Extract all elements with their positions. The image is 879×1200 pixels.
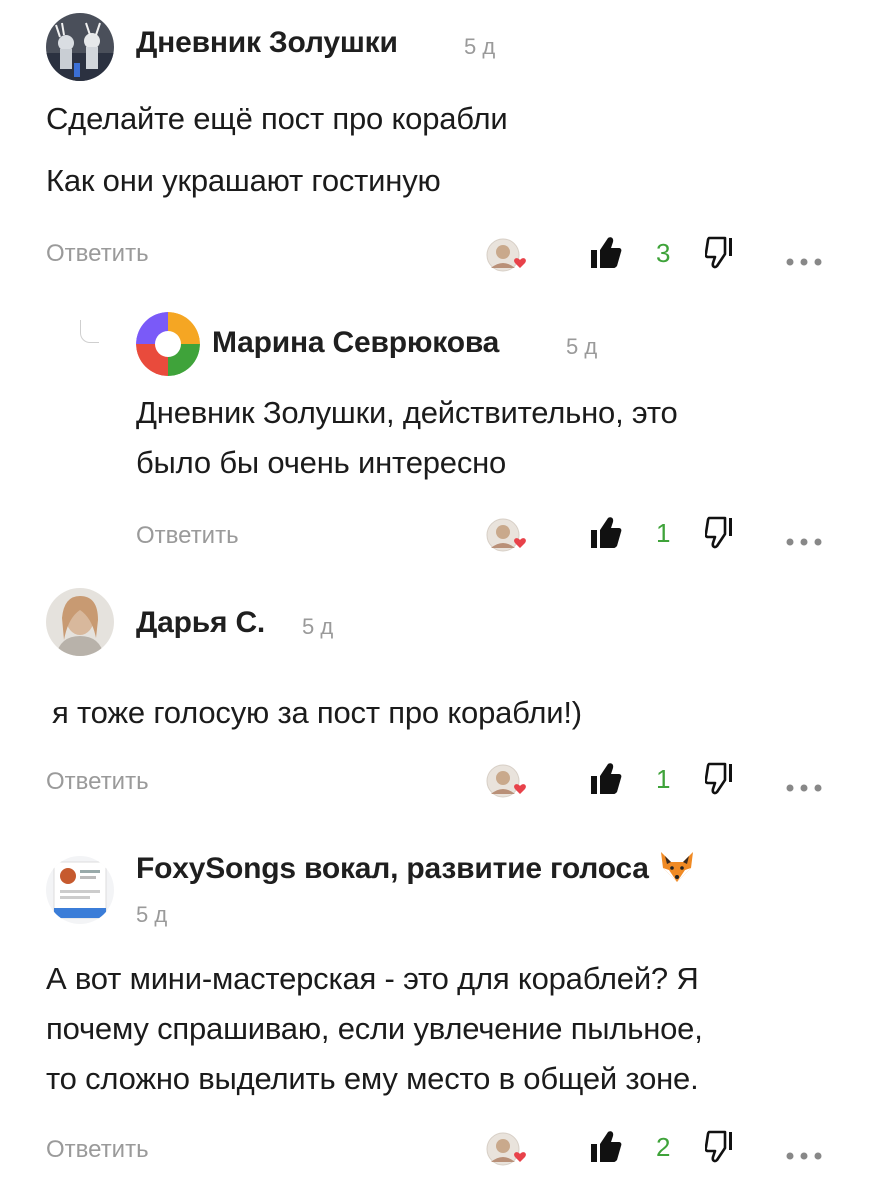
like-count: 2: [656, 1132, 671, 1162]
comment-text-line: Как они украшают гостиную: [46, 163, 441, 198]
more-dots-icon[interactable]: [786, 772, 822, 798]
thumbs-down-icon[interactable]: [704, 236, 737, 275]
author-heart-icon: [514, 538, 526, 548]
comment-text-line: Сделайте ещё пост про корабли: [46, 101, 508, 136]
author-heart-icon: [514, 1152, 526, 1162]
comment-time: 5 д: [464, 34, 496, 59]
thumbs-up-icon[interactable]: [590, 236, 622, 275]
like-count: 1: [656, 518, 671, 548]
thumbs-up-icon[interactable]: [590, 1130, 622, 1169]
thumbs-up-icon[interactable]: [590, 762, 622, 801]
like-count: 3: [656, 238, 671, 268]
comment: Дневник Золушки 5 д Сделайте ещё пост пр…: [0, 0, 879, 300]
comment-text-line: я тоже голосую за пост про корабли!): [52, 695, 582, 730]
author-name[interactable]: Дарья С.: [136, 606, 265, 640]
more-dots-icon[interactable]: [786, 246, 822, 272]
thumbs-up-icon[interactable]: [590, 516, 622, 555]
comment: Дарья С. 5 д я тоже голосую за пост про …: [0, 580, 879, 830]
thumbs-down-icon[interactable]: [704, 516, 737, 555]
fox-emoji: [659, 850, 695, 892]
comment-time: 5 д: [136, 902, 168, 927]
avatar[interactable]: [46, 856, 114, 924]
avatar[interactable]: [46, 13, 114, 81]
author-like-avatar: [486, 1132, 526, 1166]
thumbs-down-icon[interactable]: [704, 1130, 737, 1169]
more-dots-icon[interactable]: [786, 1140, 822, 1166]
reply-button[interactable]: Ответить: [46, 240, 149, 268]
avatar[interactable]: [136, 312, 200, 376]
author-like-avatar: [486, 238, 526, 272]
avatar[interactable]: [46, 588, 114, 656]
reply-button[interactable]: Ответить: [46, 768, 149, 796]
reply-button[interactable]: Ответить: [136, 522, 239, 550]
comment-reply: Марина Севрюкова 5 д Дневник Золушки, де…: [0, 300, 879, 580]
author-heart-icon: [514, 784, 526, 794]
author-name[interactable]: Дневник Золушки: [136, 26, 398, 60]
comment-text-line: было бы очень интересно: [136, 445, 507, 480]
author-heart-icon: [514, 258, 526, 268]
reply-button[interactable]: Ответить: [46, 1136, 149, 1164]
thread-connector: [80, 320, 99, 343]
comment-time: 5 д: [302, 614, 334, 639]
comment: FoxySongs вокал, развитие голоса 5 д А в…: [0, 830, 879, 1200]
more-dots-icon[interactable]: [786, 526, 822, 552]
author-like-avatar: [486, 518, 526, 552]
thumbs-down-icon[interactable]: [704, 762, 737, 801]
author-like-avatar: [486, 764, 526, 798]
comment-time: 5 д: [566, 334, 598, 359]
like-count: 1: [656, 764, 671, 794]
author-name[interactable]: FoxySongs вокал, развитие голоса: [136, 850, 695, 892]
comment-text-line: то сложно выделить ему место в общей зон…: [46, 1061, 699, 1096]
author-name-text: FoxySongs вокал, развитие голоса: [136, 852, 649, 885]
author-name[interactable]: Марина Севрюкова: [212, 326, 499, 360]
